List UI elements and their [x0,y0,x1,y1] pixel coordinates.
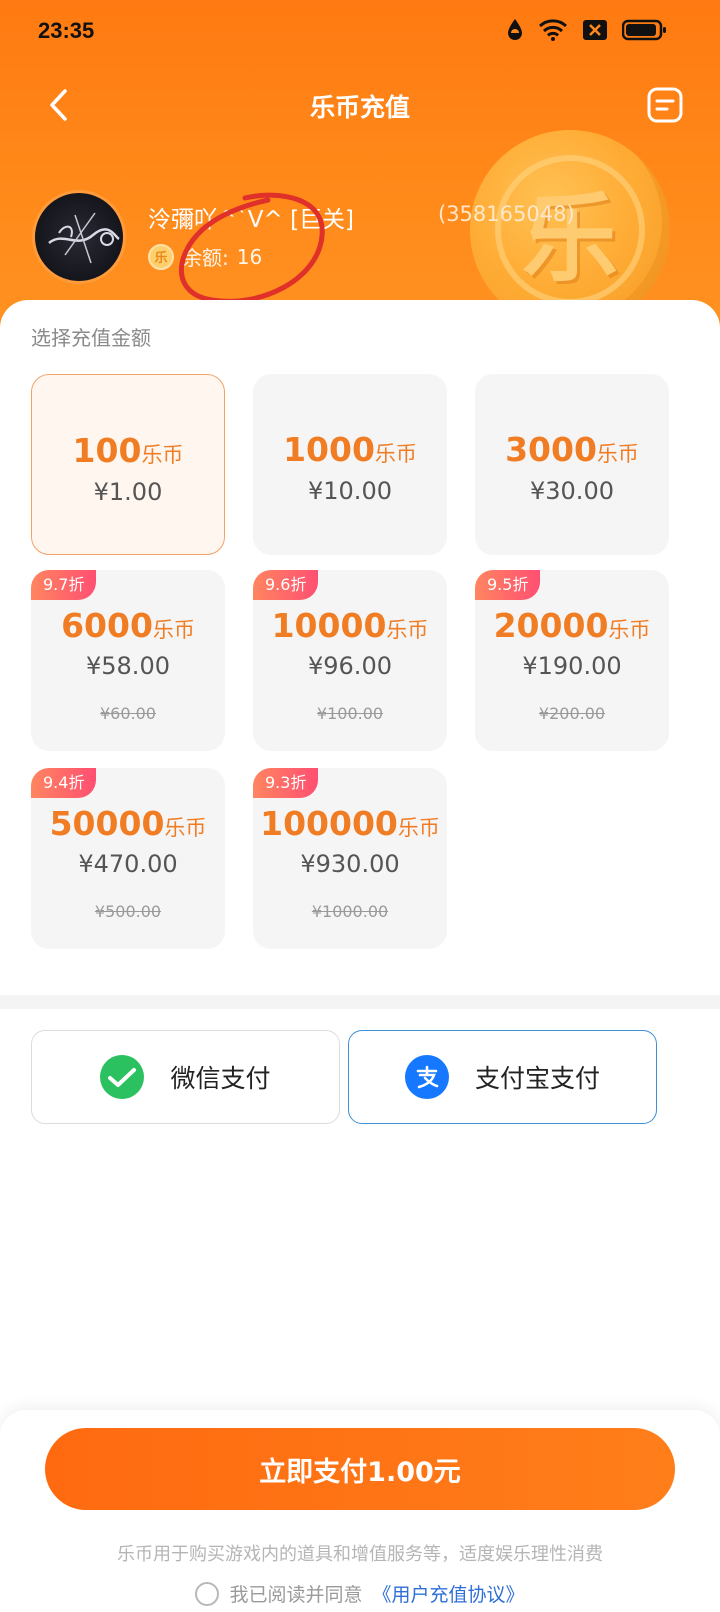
coin-unit: 乐币 [608,618,651,642]
coin-amount-value: 10000 [271,606,387,645]
recharge-option-card[interactable]: 9.3折 100000乐币 ¥930.00 ¥1000.00 [253,768,447,949]
agreement-link[interactable]: 《用户充值协议》 [373,1580,525,1607]
user-info: 泠彌吖^`V^ [巨关] (358165048) 乐 余额: 16 [32,190,692,290]
original-price: ¥1000.00 [311,902,389,921]
recharge-option-card[interactable]: 9.6折 10000乐币 ¥96.00 ¥100.00 [253,570,447,751]
price: ¥10.00 [308,477,392,505]
coin-amount: 50000乐币 [31,804,225,843]
discount-badge: 9.3折 [253,768,319,798]
agree-text: 我已阅读并同意 [229,1584,363,1606]
coin-amount: 100乐币 [32,431,224,470]
status-icons [506,18,668,42]
coin-amount: 20000乐币 [475,606,669,645]
coin-unit: 乐币 [397,816,440,840]
discount-badge: 9.6折 [253,570,319,600]
battery-icon [622,19,666,41]
section-divider [0,995,720,1009]
checkout-panel: 立即支付1.00元 乐币用于购买游戏内的道具和增值服务等，适度娱乐理性消费 我已… [0,1410,720,1612]
red-annotation-circle [178,192,325,304]
price: ¥190.00 [522,652,622,680]
price: ¥930.00 [300,850,400,878]
coin-amount-value: 100 [72,431,142,470]
wechat-icon [100,1055,145,1099]
coin-amount: 6000乐币 [31,606,225,645]
coin-amount: 3000乐币 [475,430,669,469]
price: ¥1.00 [93,478,163,506]
recharge-option-card[interactable]: 3000乐币 ¥30.00 [475,374,669,555]
recharge-option-card[interactable]: 9.5折 20000乐币 ¥190.00 ¥200.00 [475,570,669,751]
data-saver-icon [508,19,522,40]
price: ¥96.00 [308,652,392,680]
coin-amount-value: 1000 [283,430,375,469]
recharge-option-card[interactable]: 1000乐币 ¥10.00 [253,374,447,555]
nav-bar: 乐币充值 [0,70,720,140]
coin-amount-value: 3000 [505,430,597,469]
agreement-row: 我已阅读并同意 《用户充值协议》 [0,1580,720,1607]
alipay-icon [404,1055,449,1099]
original-price: ¥200.00 [538,704,606,723]
status-bar: 23:35 [0,0,720,64]
coin-amount-value: 100000 [260,804,398,843]
section-title: 选择充值金额 [31,326,151,350]
user-id: (358165048) [438,202,575,226]
coin-amount-value: 6000 [61,606,153,645]
no-sim-icon [583,20,607,40]
recharge-option-card[interactable]: 100乐币 ¥1.00 [31,374,225,555]
original-price: ¥100.00 [316,704,384,723]
avatar [32,190,126,284]
coin-unit: 乐币 [596,442,639,466]
alipay-button[interactable]: 支付宝支付 [348,1030,657,1124]
discount-badge: 9.4折 [31,768,97,798]
coin-unit: 乐币 [164,816,207,840]
list-document-icon [647,87,683,123]
coin-unit: 乐币 [152,618,195,642]
usage-notice: 乐币用于购买游戏内的道具和增值服务等，适度娱乐理性消费 [117,1544,603,1565]
wifi-icon [538,19,568,41]
original-price: ¥60.00 [100,704,156,723]
price: ¥58.00 [86,652,170,680]
original-price: ¥500.00 [94,902,162,921]
price: ¥30.00 [530,477,614,505]
price: ¥470.00 [78,850,178,878]
page-title: 乐币充值 [309,93,410,122]
coin-amount-value: 50000 [49,804,165,843]
discount-badge: 9.7折 [31,570,97,600]
recharge-option-card[interactable]: 9.4折 50000乐币 ¥470.00 ¥500.00 [31,768,225,949]
coin-unit: 乐币 [141,443,184,467]
coin-amount: 100000乐币 [253,804,447,843]
amount-selection-panel: 选择充值金额 100乐币 ¥1.00 1000乐币 ¥10.00 3000乐币 ¥30.0… [0,300,720,1000]
wechat-pay-button[interactable]: 微信支付 [31,1030,340,1124]
coin-unit: 乐币 [386,618,429,642]
coin-amount-value: 20000 [493,606,609,645]
wechat-pay-label: 微信支付 [170,1064,271,1093]
pay-now-button[interactable]: 立即支付1.00元 [45,1428,675,1510]
coin-amount: 10000乐币 [253,606,447,645]
recharge-option-card[interactable]: 9.7折 6000乐币 ¥58.00 ¥60.00 [31,570,225,751]
records-button[interactable] [644,84,686,126]
coin-amount: 1000乐币 [253,430,447,469]
alipay-label: 支付宝支付 [474,1064,600,1093]
discount-badge: 9.5折 [475,570,541,600]
status-time: 23:35 [38,18,95,43]
agree-checkbox[interactable] [195,1581,220,1606]
coin-unit: 乐币 [374,442,417,466]
